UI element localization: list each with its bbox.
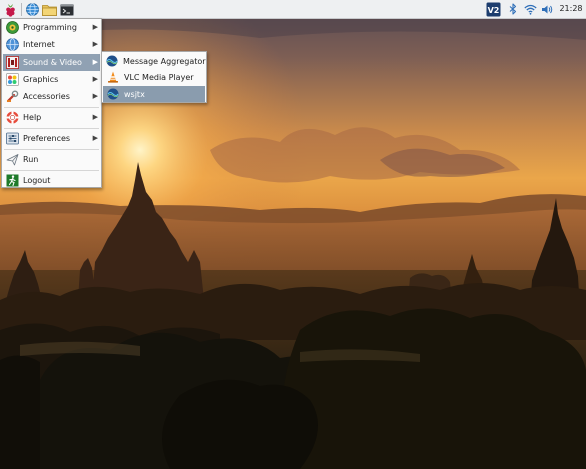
submenu-item-vlc-media-player[interactable]: VLC Media Player: [103, 69, 205, 85]
menu-item-graphics[interactable]: Graphics ▶: [3, 71, 100, 88]
message-aggregator-icon: [106, 55, 118, 68]
vnc-server-tray[interactable]: V2: [485, 0, 502, 18]
accessories-icon: [5, 90, 19, 104]
menu-item-sound-video[interactable]: Sound & Video ▶: [3, 54, 100, 71]
menu-separator: [4, 170, 99, 171]
menu-item-preferences[interactable]: Preferences ▶: [3, 130, 100, 147]
file-manager-icon: [41, 4, 57, 16]
menu-item-logout[interactable]: Logout: [3, 172, 100, 189]
menu-item-label: Preferences: [23, 134, 71, 143]
internet-icon: [5, 38, 19, 52]
raspberry-menu-button[interactable]: [2, 2, 18, 17]
logout-icon: [5, 174, 19, 188]
chevron-right-icon: ▶: [92, 92, 98, 100]
top-panel: V2 21:28: [0, 0, 586, 19]
menu-item-label: Logout: [23, 176, 51, 185]
main-menu: Programming ▶ Internet ▶ Sound & Video ▶…: [1, 18, 102, 188]
menu-separator: [4, 149, 99, 150]
chevron-right-icon: ▶: [92, 23, 98, 31]
menu-item-label: Programming: [23, 23, 77, 32]
bluetooth-tray[interactable]: [507, 0, 519, 18]
submenu-item-label: VLC Media Player: [124, 72, 194, 82]
panel-separator: [21, 3, 22, 16]
wifi-tray[interactable]: [523, 0, 538, 18]
terminal-button[interactable]: [59, 2, 75, 17]
menu-item-label: Help: [23, 113, 42, 122]
sound-video-submenu: Message Aggregator VLC Media Player wsjt…: [101, 51, 207, 103]
menu-item-label: Run: [23, 155, 39, 164]
menu-item-accessories[interactable]: Accessories ▶: [3, 88, 100, 105]
submenu-item-wsjtx[interactable]: wsjtx: [103, 86, 205, 102]
preferences-icon: [5, 132, 19, 146]
menu-item-help[interactable]: Help ▶: [3, 109, 100, 126]
menu-separator: [4, 107, 99, 108]
menu-item-run[interactable]: Run: [3, 151, 100, 168]
file-manager-button[interactable]: [41, 2, 57, 17]
web-browser-icon: [25, 3, 39, 16]
raspberry-menu-icon: [5, 3, 15, 17]
vlc-cone-icon: [106, 71, 119, 84]
vnc-label: V2: [488, 6, 500, 15]
chevron-right-icon: ▶: [92, 40, 98, 48]
web-browser-button[interactable]: [24, 2, 40, 17]
vnc-icon: V2: [486, 2, 501, 16]
wsjtx-icon: [106, 88, 119, 101]
wifi-icon: [524, 4, 537, 15]
graphics-icon: [5, 73, 19, 87]
volume-icon: [542, 5, 553, 13]
menu-item-programming[interactable]: Programming ▶: [3, 19, 100, 36]
chevron-right-icon: ▶: [92, 134, 98, 142]
submenu-item-message-aggregator[interactable]: Message Aggregator: [103, 53, 206, 69]
bluetooth-icon: [509, 3, 517, 15]
submenu-item-label: wsjtx: [124, 89, 145, 99]
chevron-right-icon: ▶: [92, 75, 98, 83]
menu-separator: [4, 128, 99, 129]
menu-item-label: Accessories: [23, 92, 70, 101]
chevron-right-icon: ▶: [92, 58, 98, 66]
programming-icon: [5, 21, 19, 35]
menu-item-label: Graphics: [23, 75, 59, 84]
sound-video-icon: [5, 56, 19, 70]
terminal-icon: [60, 3, 74, 16]
menu-item-internet[interactable]: Internet ▶: [3, 36, 100, 53]
volume-tray[interactable]: [540, 0, 554, 18]
run-icon: [5, 153, 19, 167]
chevron-right-icon: ▶: [92, 113, 98, 121]
submenu-item-label: Message Aggregator: [123, 56, 206, 66]
menu-item-label: Internet: [23, 40, 55, 49]
menu-item-label: Sound & Video: [23, 58, 82, 67]
panel-clock[interactable]: 21:28: [558, 3, 584, 15]
help-icon: [5, 111, 19, 125]
